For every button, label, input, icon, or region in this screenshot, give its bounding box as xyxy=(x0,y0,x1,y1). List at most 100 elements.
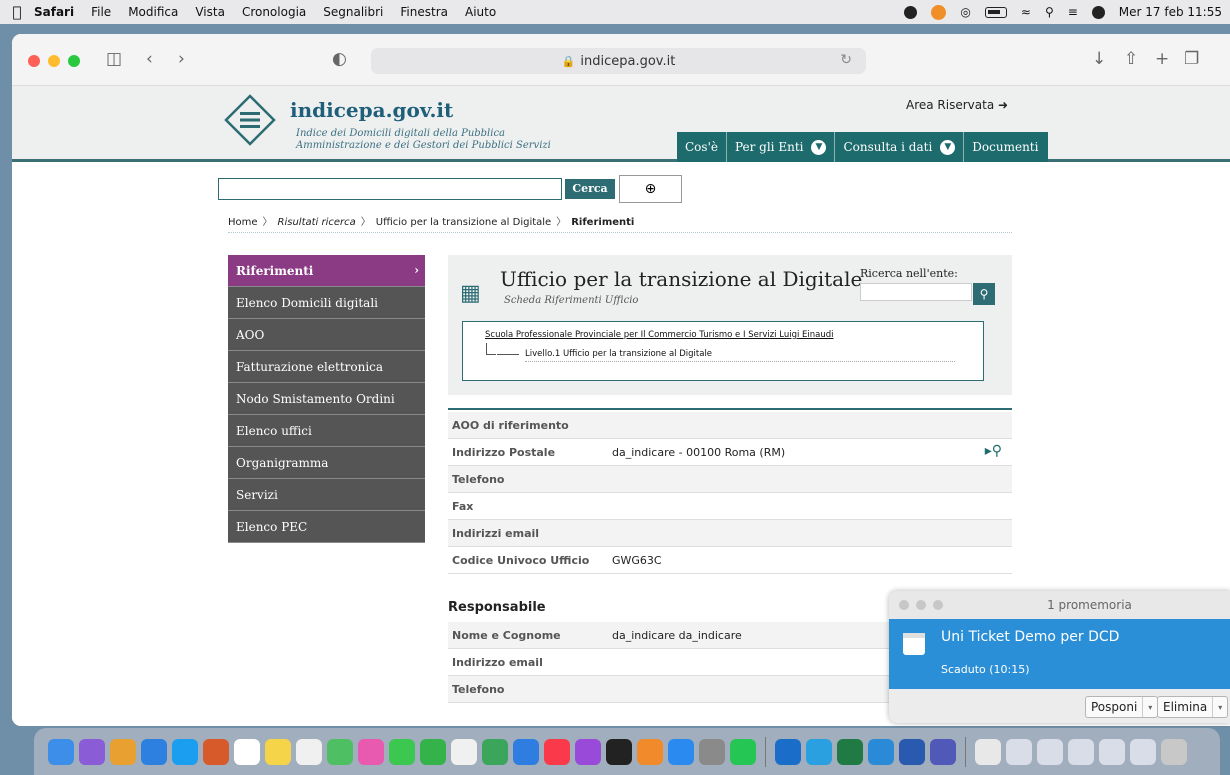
entity-search-input[interactable] xyxy=(860,283,972,301)
nav-documenti[interactable]: Documenti xyxy=(964,132,1048,162)
shield-icon[interactable]: ◐ xyxy=(332,49,347,69)
location-icon[interactable] xyxy=(931,4,947,20)
contacts-icon[interactable] xyxy=(203,738,229,765)
numbers-icon[interactable] xyxy=(482,738,508,765)
breadcrumb-results[interactable]: Risultati ricerca xyxy=(278,217,356,228)
music-icon[interactable] xyxy=(544,738,570,765)
chevron-down-icon[interactable]: ▾ xyxy=(1213,703,1227,712)
new-tab-icon[interactable]: + xyxy=(1155,49,1169,69)
window-thumbnail-icon[interactable] xyxy=(1130,738,1156,765)
excel-icon[interactable] xyxy=(837,738,863,765)
sidemenu-nodo-smistamento[interactable]: Nodo Smistamento Ordini xyxy=(228,383,425,415)
messages-icon[interactable] xyxy=(389,738,415,765)
word-icon[interactable] xyxy=(899,738,925,765)
reminders-icon[interactable] xyxy=(296,738,322,765)
zoom-window-button[interactable] xyxy=(68,55,80,67)
sidemenu-organigramma[interactable]: Organigramma xyxy=(228,447,425,479)
menu-modifica[interactable]: Modifica xyxy=(128,5,178,19)
logo-title[interactable]: indicepa.gov.it xyxy=(290,98,453,122)
logo-icon[interactable] xyxy=(224,94,276,146)
books-icon[interactable] xyxy=(637,738,663,765)
menu-cronologia[interactable]: Cronologia xyxy=(242,5,306,19)
facetime-icon[interactable] xyxy=(420,738,446,765)
mail-icon[interactable] xyxy=(141,738,167,765)
chevron-down-icon[interactable]: ▾ xyxy=(1143,703,1157,712)
window-thumbnail-icon[interactable] xyxy=(1037,738,1063,765)
close-window-button[interactable] xyxy=(28,55,40,67)
menu-file[interactable]: File xyxy=(91,5,111,19)
sidemenu-aoo[interactable]: AOO xyxy=(228,319,425,351)
hierarchy-root-link[interactable]: Scuola Professionale Provinciale per Il … xyxy=(485,330,834,340)
search-button[interactable]: Cerca xyxy=(565,179,615,199)
search-input[interactable] xyxy=(218,178,562,200)
sidebar-icon[interactable]: ◫ xyxy=(106,49,122,69)
back-icon[interactable]: ‹ xyxy=(146,49,153,69)
share-icon[interactable]: ⇧ xyxy=(1124,49,1138,69)
document-icon[interactable] xyxy=(975,738,1001,765)
nav-per-gli-enti[interactable]: Per gli Enti ▼ xyxy=(727,132,836,162)
telegram-icon[interactable] xyxy=(806,738,832,765)
maps-icon[interactable] xyxy=(327,738,353,765)
nav-consulta-dati[interactable]: Consulta i dati ▼ xyxy=(835,132,965,162)
spotlight-icon[interactable]: ⚲ xyxy=(1045,5,1054,19)
apple-icon[interactable]:  xyxy=(0,3,34,21)
app-store-icon[interactable] xyxy=(668,738,694,765)
menu-aiuto[interactable]: Aiuto xyxy=(465,5,496,19)
window-thumbnail-icon[interactable] xyxy=(1006,738,1032,765)
wifi-icon[interactable]: ≈ xyxy=(1021,5,1031,19)
forward-icon[interactable]: › xyxy=(178,49,185,69)
window-thumbnail-icon[interactable] xyxy=(1068,738,1094,765)
advanced-search-button[interactable]: ⊕ xyxy=(619,175,682,203)
siri-icon[interactable] xyxy=(1091,5,1105,19)
area-riservata-link[interactable]: Area Riservata ➜ xyxy=(906,98,1008,112)
photos-icon[interactable] xyxy=(358,738,384,765)
sidemenu-servizi[interactable]: Servizi xyxy=(228,479,425,511)
control-center-icon[interactable]: ≡ xyxy=(1068,5,1078,19)
outlook-icon[interactable] xyxy=(775,738,801,765)
window-thumbnail-icon[interactable] xyxy=(1099,738,1125,765)
system-preferences-icon[interactable] xyxy=(699,738,725,765)
snooze-button[interactable]: Posponi ▾ xyxy=(1085,696,1159,718)
clock[interactable]: Mer 17 feb 11:55 xyxy=(1119,5,1222,19)
notification-body[interactable]: Uni Ticket Demo per DCD Scaduto (10:15) xyxy=(889,619,1230,689)
breadcrumb-office[interactable]: Ufficio per la transizione al Digitale xyxy=(376,217,551,228)
map-pin-icon[interactable]: ▸⚲ xyxy=(985,443,1002,459)
freeform-icon[interactable] xyxy=(451,738,477,765)
tv-icon[interactable] xyxy=(606,738,632,765)
tabs-overview-icon[interactable]: ❐ xyxy=(1184,49,1199,69)
nav-cose[interactable]: Cos'è xyxy=(677,132,727,162)
address-bar[interactable]: 🔒 indicepa.gov.it ↻ xyxy=(371,48,866,74)
teams-icon[interactable] xyxy=(930,738,956,765)
sidemenu-riferimenti[interactable]: Riferimenti › xyxy=(228,255,425,287)
calendar-app-icon[interactable] xyxy=(234,738,260,765)
battery-icon[interactable] xyxy=(984,6,1007,18)
reload-icon[interactable]: ↻ xyxy=(840,52,852,68)
keynote-icon[interactable] xyxy=(513,738,539,765)
edge-icon[interactable] xyxy=(868,738,894,765)
menu-app[interactable]: Safari xyxy=(34,5,74,19)
delete-button[interactable]: Elimina ▾ xyxy=(1157,696,1229,718)
menu-vista[interactable]: Vista xyxy=(195,5,225,19)
podcasts-icon[interactable] xyxy=(575,738,601,765)
sidemenu-fatturazione[interactable]: Fatturazione elettronica xyxy=(228,351,425,383)
menu-finestra[interactable]: Finestra xyxy=(400,5,448,19)
trash-icon[interactable] xyxy=(1161,738,1187,765)
siri-app-icon[interactable] xyxy=(79,738,105,765)
sidemenu-elenco-uffici[interactable]: Elenco uffici xyxy=(228,415,425,447)
minimize-window-button[interactable] xyxy=(48,55,60,67)
sidemenu-domicili[interactable]: Elenco Domicili digitali xyxy=(228,287,425,319)
menu-segnalibri[interactable]: Segnalibri xyxy=(323,5,383,19)
safari-icon[interactable] xyxy=(172,738,198,765)
whatsapp-icon[interactable] xyxy=(730,738,756,765)
app-status-icon[interactable] xyxy=(904,5,918,19)
info-label: Nome e Cognome xyxy=(452,628,561,642)
breadcrumb-home[interactable]: Home xyxy=(228,217,258,228)
notes-icon[interactable] xyxy=(265,738,291,765)
play-icon[interactable]: ◎ xyxy=(960,5,970,19)
calendar-icon xyxy=(903,633,925,655)
entity-search-button[interactable]: ⚲ xyxy=(973,283,995,305)
download-icon[interactable]: ↓ xyxy=(1092,49,1106,69)
launchpad-icon[interactable] xyxy=(110,738,136,765)
sidemenu-elenco-pec[interactable]: Elenco PEC xyxy=(228,511,425,543)
finder-icon[interactable] xyxy=(48,738,74,765)
